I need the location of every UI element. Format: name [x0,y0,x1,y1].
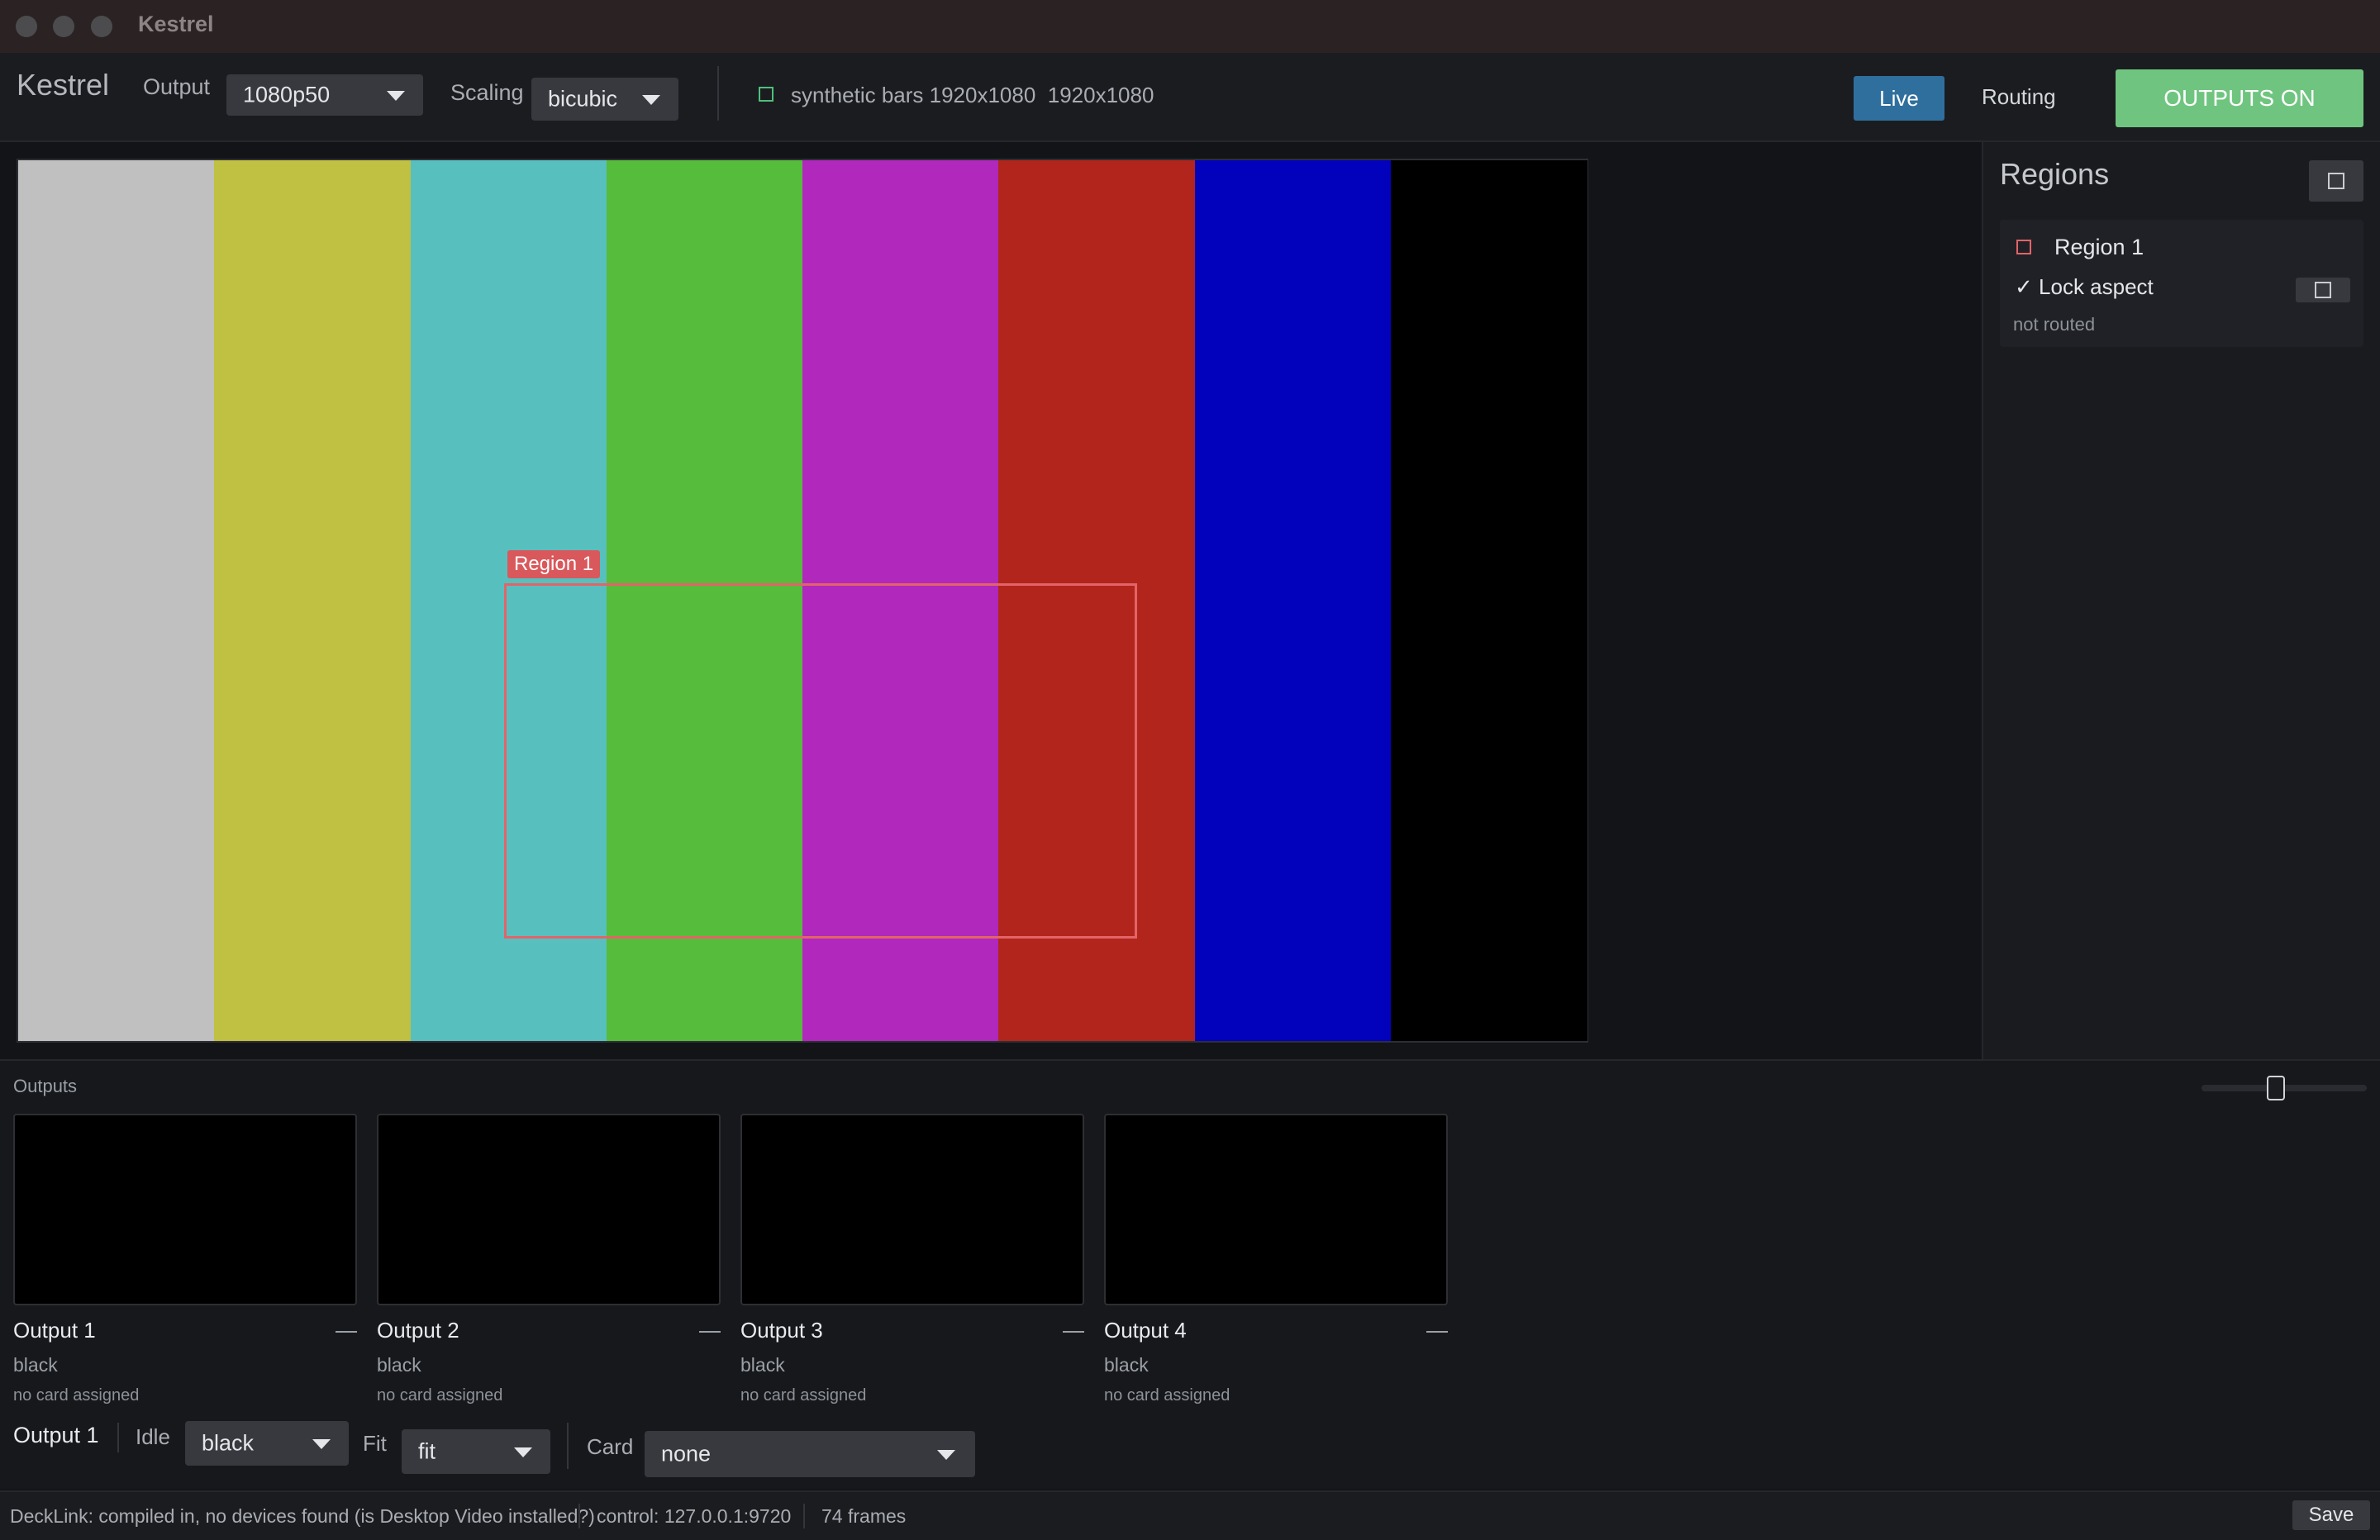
control-address: control: 127.0.0.1:9720 [597,1505,792,1527]
source-status-icon [759,87,774,102]
idle-label: Idle [136,1424,170,1449]
chevron-down-icon [642,95,660,105]
lock-aspect-checkbox[interactable]: ✓ Lock aspect [2015,274,2154,300]
chevron-down-icon [937,1450,955,1460]
toolbar-divider [717,66,719,121]
output-name: Output 4 [1104,1318,1187,1343]
selected-output-label: Output 1 [13,1423,99,1447]
save-button[interactable]: Save [2292,1500,2370,1530]
region-route-status: not routed [2013,314,2096,335]
output-card-status: no card assigned [740,1386,867,1405]
scaling-value: bicubic [548,86,618,112]
region-color-swatch-icon [2016,240,2031,254]
output-card-status: no card assigned [13,1386,140,1405]
output-name: Output 1 [13,1318,96,1343]
idle-value: black [202,1430,255,1456]
toolbar: Kestrel Output 1080p50 Scaling bicubic s… [0,53,2380,142]
color-bar [214,160,411,1041]
chevron-down-icon [514,1447,532,1457]
collapse-icon[interactable] [1063,1331,1084,1333]
output-format-dropdown[interactable]: 1080p50 [226,74,423,116]
outputs-title: Outputs [13,1076,78,1096]
editor-divider [117,1423,119,1452]
output-source: black [377,1354,421,1376]
slider-handle[interactable] [2267,1076,2285,1100]
source-info: synthetic bars 1920x1080 1920x1080 [791,83,1154,107]
region-name: Region 1 [2054,235,2144,259]
color-bar [18,160,215,1041]
output-thumbnail[interactable] [377,1114,721,1305]
output-source: black [13,1354,58,1376]
region-list-item[interactable]: Region 1 ✓ Lock aspect not routed [2000,220,2363,347]
card-value: none [661,1441,712,1466]
close-window-icon[interactable] [16,16,37,37]
output-thumbnail[interactable] [1104,1114,1448,1305]
add-region-button[interactable] [2309,160,2363,202]
fit-label: Fit [363,1431,387,1456]
status-divider [578,1504,580,1528]
source-preview[interactable]: Region 1 [17,159,1588,1043]
frame-count: 74 frames [821,1505,907,1527]
routing-button[interactable]: Routing [1982,84,2056,110]
status-divider [803,1504,805,1528]
output-thumbnail[interactable] [13,1114,357,1305]
output-thumbnail[interactable] [740,1114,1084,1305]
output-source: black [1104,1354,1149,1376]
fit-value: fit [418,1438,436,1464]
minimize-window-icon[interactable] [53,16,74,37]
output-card-status: no card assigned [377,1386,503,1405]
region-options-icon [2315,282,2331,298]
card-label: Card [587,1434,634,1459]
region-options-button[interactable] [2296,278,2350,302]
output-format-value: 1080p50 [243,82,331,107]
color-bar [1194,160,1392,1041]
editor-divider [567,1423,569,1469]
collapse-icon[interactable] [336,1331,357,1333]
color-bar [1390,160,1587,1041]
output-source: black [740,1354,785,1376]
output-name: Output 2 [377,1318,459,1343]
regions-title: Regions [2000,157,2110,191]
collapse-icon[interactable] [1426,1331,1448,1333]
chevron-down-icon [387,91,405,101]
outputs-on-button[interactable]: OUTPUTS ON [2116,69,2363,127]
status-bar: DeckLink: compiled in, no devices found … [0,1490,2380,1540]
add-region-icon [2328,173,2344,189]
output-name: Output 3 [740,1318,823,1343]
chevron-down-icon [312,1439,331,1449]
idle-source-dropdown[interactable]: black [185,1421,349,1466]
lock-aspect-label: Lock aspect [2039,274,2154,299]
collapse-icon[interactable] [699,1331,721,1333]
scaling-label: Scaling [450,80,524,105]
checkmark-icon: ✓ [2015,274,2033,299]
fit-dropdown[interactable]: fit [402,1429,550,1474]
card-dropdown[interactable]: none [645,1431,975,1477]
scaling-dropdown[interactable]: bicubic [531,78,678,121]
live-button[interactable]: Live [1854,76,1944,121]
region-1-tag[interactable]: Region 1 [507,550,601,578]
app-name: Kestrel [17,68,110,102]
zoom-window-icon[interactable] [91,16,112,37]
output-format-label: Output [143,74,211,99]
title-bar: Kestrel [0,0,2380,53]
region-1-box[interactable] [504,583,1137,939]
decklink-status: DeckLink: compiled in, no devices found … [10,1505,595,1527]
window-title: Kestrel [138,12,214,36]
output-card-status: no card assigned [1104,1386,1230,1405]
